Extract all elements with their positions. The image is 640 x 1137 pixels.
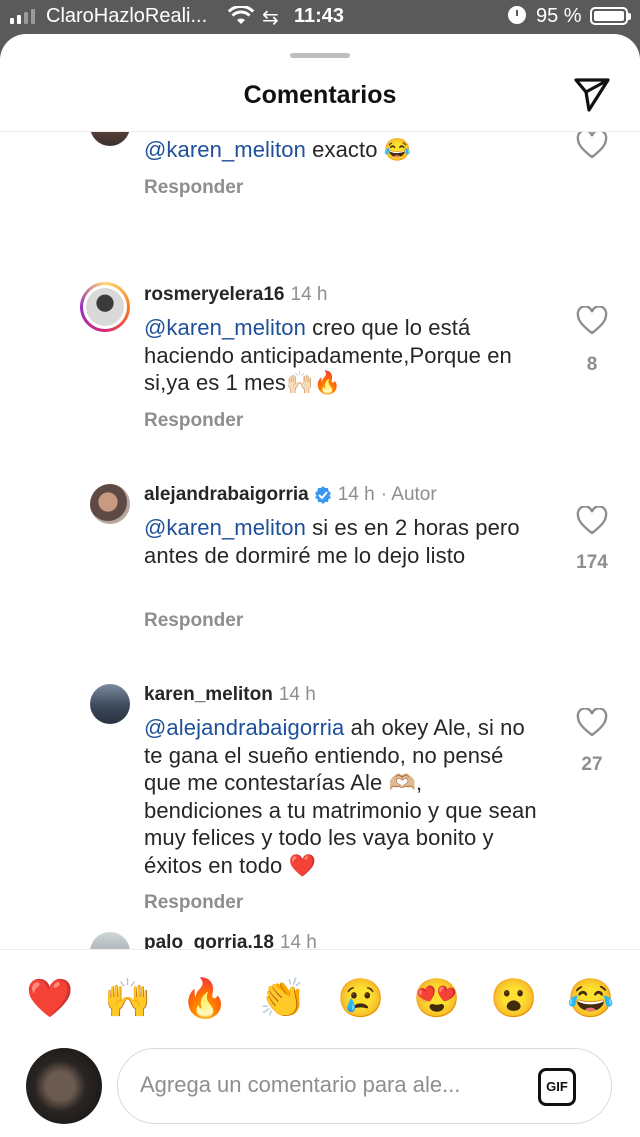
username[interactable]: rosmeryelera16 <box>144 284 285 306</box>
current-user-avatar <box>26 1048 102 1124</box>
wifi-icon <box>228 6 254 24</box>
surprised-emoji-button[interactable]: 😮 <box>489 974 539 1024</box>
like-count: 8 <box>586 354 598 375</box>
reply-button[interactable]: Responder <box>144 892 243 914</box>
comment-input[interactable] <box>140 1072 520 1098</box>
comments-sheet: Comentarios @karen_meliton exacto 😂 Resp… <box>0 34 640 1137</box>
timestamp: 14 h <box>279 932 317 949</box>
comment-meta: rosmeryelera16 14 h <box>144 284 327 306</box>
comment-text: @karen_meliton creo que lo está haciendo… <box>144 315 512 395</box>
reply-button[interactable]: Responder <box>144 610 243 632</box>
mention-link[interactable]: @karen_meliton <box>144 315 306 340</box>
timestamp: 14 h <box>278 684 316 705</box>
carrier-name: ClaroHazloReali... <box>46 5 208 27</box>
heart-icon[interactable] <box>576 132 608 160</box>
heart-icon[interactable] <box>576 306 608 336</box>
quick-reactions-bar: ❤️ 🙌 🔥 👏 😢 😍 😮 😂 <box>0 974 640 1024</box>
battery-percent: 95 % <box>536 5 582 27</box>
page-title: Comentarios <box>243 81 397 109</box>
heart-icon[interactable] <box>576 708 608 738</box>
comment-text: @karen_meliton exacto 😂 <box>144 137 412 162</box>
username[interactable]: palo_gorria.18 <box>144 932 274 949</box>
avatar[interactable] <box>90 484 130 524</box>
username[interactable]: alejandrabaigorria <box>144 484 309 506</box>
signal-icon <box>10 8 35 24</box>
comment-text: @alejandrabaigorria ah okey Ale, si no t… <box>144 715 537 878</box>
timestamp: 14 h <box>290 284 328 305</box>
heart-eyes-emoji-button[interactable]: 😍 <box>412 974 462 1024</box>
comment-meta: palo_gorria.18 14 h <box>144 932 317 949</box>
status-bar: ClaroHazloReali... ⇆ 11:43 95 % <box>0 0 640 34</box>
mention-link[interactable]: @alejandrabaigorria <box>144 715 344 740</box>
reply-button[interactable]: Responder <box>144 410 243 432</box>
heart-emoji-button[interactable]: ❤️ <box>25 974 75 1024</box>
mention-link[interactable]: @karen_meliton <box>144 515 306 540</box>
author-label: · Autor <box>380 484 437 505</box>
sheet-grabber[interactable] <box>290 53 350 58</box>
raising-hands-emoji-button[interactable]: 🙌 <box>103 974 153 1024</box>
timestamp: 14 h <box>337 484 375 505</box>
comment-text: @karen_meliton si es en 2 horas pero ant… <box>144 515 520 568</box>
divider <box>0 949 640 950</box>
comment-composer[interactable]: GIF <box>117 1048 612 1124</box>
crying-emoji-button[interactable]: 😢 <box>336 974 386 1024</box>
heart-icon[interactable] <box>576 506 608 536</box>
clock: 11:43 <box>294 5 345 27</box>
like-count: 174 <box>576 552 608 573</box>
verified-badge-icon <box>314 486 331 504</box>
like-count: 27 <box>581 754 603 775</box>
reply-button[interactable]: Responder <box>144 177 243 199</box>
avatar[interactable] <box>90 132 130 146</box>
clapping-emoji-button[interactable]: 👏 <box>258 974 308 1024</box>
alarm-icon <box>508 6 526 24</box>
location-icon: ⇆ <box>262 7 279 29</box>
gif-button[interactable]: GIF <box>538 1068 576 1106</box>
comment-list[interactable]: @karen_meliton exacto 😂 Responder rosmer… <box>0 132 640 949</box>
share-icon[interactable] <box>572 74 612 114</box>
battery-icon <box>590 7 631 25</box>
avatar[interactable] <box>80 282 130 332</box>
mention-link[interactable]: @karen_meliton <box>144 137 306 162</box>
avatar[interactable] <box>90 684 130 724</box>
avatar[interactable] <box>90 932 130 949</box>
fire-emoji-button[interactable]: 🔥 <box>180 974 230 1024</box>
username[interactable]: karen_meliton <box>144 684 273 706</box>
comment-meta: alejandrabaigorria 14 h · Autor <box>144 484 437 506</box>
comment-meta: karen_meliton 14 h <box>144 684 316 706</box>
laughing-emoji-button[interactable]: 😂 <box>566 974 616 1024</box>
